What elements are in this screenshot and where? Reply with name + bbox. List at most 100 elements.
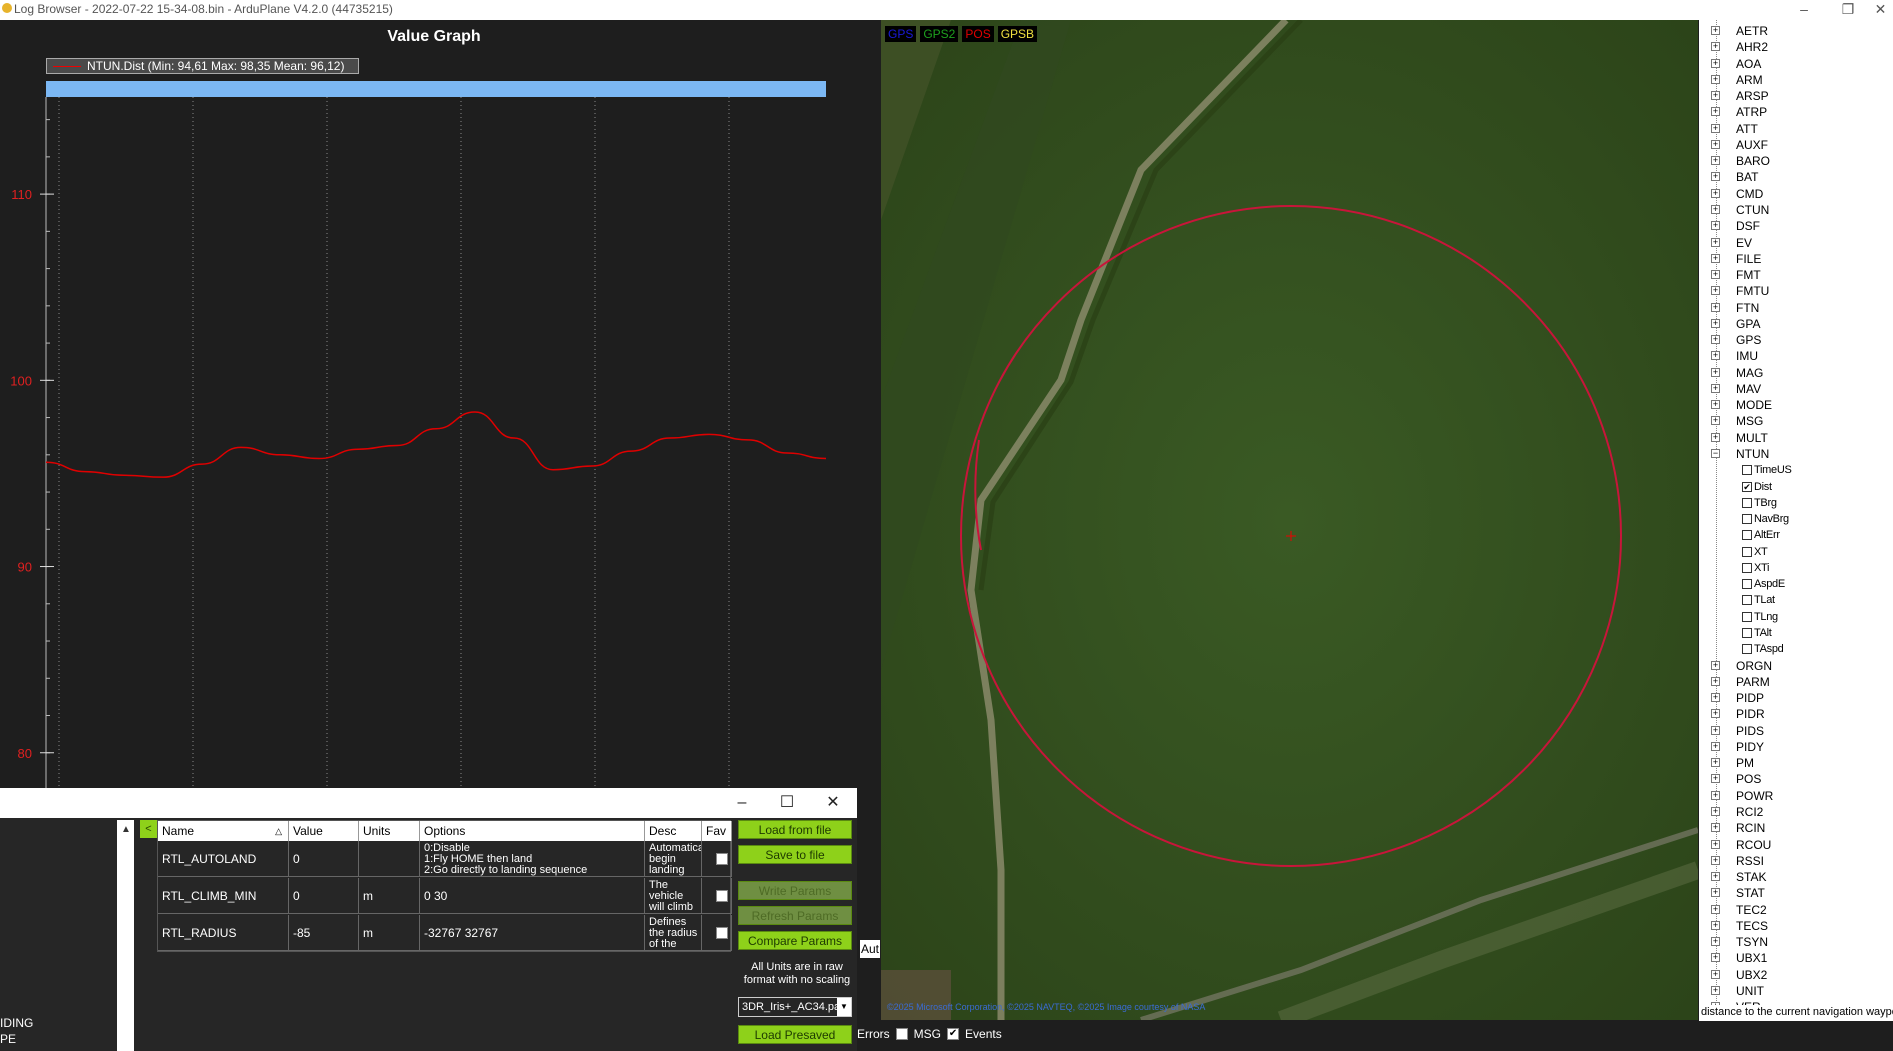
expand-icon[interactable]: +: [1711, 139, 1720, 149]
expand-icon[interactable]: +: [1711, 693, 1720, 703]
expand-icon[interactable]: +: [1711, 937, 1720, 947]
field-checkbox[interactable]: [1742, 611, 1752, 622]
expand-icon[interactable]: +: [1711, 806, 1720, 816]
param-tree-scrollbar[interactable]: ▲: [117, 820, 134, 1051]
column-header-name[interactable]: Name △: [158, 821, 289, 841]
param-cell-value[interactable]: 0: [289, 878, 359, 914]
expand-icon[interactable]: +: [1711, 42, 1720, 52]
minimize-button[interactable]: –: [1782, 0, 1826, 20]
field-checkbox[interactable]: ✔: [1742, 481, 1752, 492]
expand-icon[interactable]: +: [1711, 416, 1720, 426]
expand-icon[interactable]: +: [1711, 302, 1720, 312]
column-header-fav[interactable]: Fav: [702, 821, 732, 841]
expand-icon[interactable]: +: [1711, 709, 1720, 719]
message-tree[interactable]: + AETR + AHR2 + AOA + ARM + ARSP + ATRP + ATT + AUXF + BA…: [1699, 20, 1893, 1005]
expand-icon[interactable]: +: [1711, 660, 1720, 670]
param-maximize-button[interactable]: ☐: [772, 792, 802, 814]
expand-icon[interactable]: +: [1711, 318, 1720, 328]
expand-icon[interactable]: +: [1711, 107, 1720, 117]
field-checkbox[interactable]: [1742, 530, 1752, 541]
expand-icon[interactable]: +: [1711, 774, 1720, 784]
column-header-value[interactable]: Value: [289, 821, 359, 841]
column-header-options[interactable]: Options: [420, 821, 645, 841]
column-header-desc[interactable]: Desc: [645, 821, 702, 841]
field-checkbox[interactable]: [1742, 465, 1752, 476]
expand-icon[interactable]: +: [1711, 383, 1720, 393]
expand-icon[interactable]: +: [1711, 758, 1720, 768]
field-checkbox[interactable]: [1742, 546, 1752, 557]
param-cell-desc: Automatically begin landing: [645, 841, 702, 877]
expand-icon[interactable]: +: [1711, 676, 1720, 686]
expand-icon[interactable]: +: [1711, 156, 1720, 166]
param-cell-value[interactable]: -85: [289, 915, 359, 951]
favorite-checkbox[interactable]: [716, 927, 728, 939]
close-button[interactable]: ✕: [1868, 0, 1893, 20]
msg-checkbox[interactable]: [895, 1028, 908, 1040]
expand-icon[interactable]: +: [1711, 172, 1720, 182]
field-checkbox[interactable]: [1742, 497, 1752, 508]
expand-icon[interactable]: +: [1711, 26, 1720, 35]
expand-icon[interactable]: +: [1711, 335, 1720, 345]
expand-icon[interactable]: +: [1711, 286, 1720, 296]
auto-field[interactable]: Aut: [860, 940, 880, 958]
expand-icon[interactable]: +: [1711, 985, 1720, 995]
expand-icon[interactable]: +: [1711, 270, 1720, 280]
errors-label[interactable]: Errors: [857, 1027, 890, 1041]
load-presaved-button[interactable]: Load Presaved: [738, 1025, 852, 1044]
preset-select[interactable]: 3DR_Iris+_AC34.param ▼: [738, 997, 852, 1017]
expand-icon[interactable]: +: [1711, 920, 1720, 930]
param-cell-fav: [702, 915, 732, 951]
expand-icon[interactable]: +: [1711, 725, 1720, 735]
favorite-checkbox[interactable]: [716, 853, 728, 865]
expand-icon[interactable]: +: [1711, 221, 1720, 231]
events-checkbox[interactable]: ✔: [947, 1028, 960, 1040]
expand-icon[interactable]: +: [1711, 237, 1720, 247]
expand-icon[interactable]: +: [1711, 91, 1720, 101]
collapse-icon[interactable]: −: [1711, 449, 1720, 459]
favorite-checkbox[interactable]: [716, 890, 728, 902]
expand-icon[interactable]: +: [1711, 969, 1720, 979]
param-close-button[interactable]: ✕: [818, 792, 848, 814]
param-minimize-button[interactable]: –: [727, 792, 757, 814]
expand-icon[interactable]: +: [1711, 204, 1720, 214]
graph-plot-area[interactable]: 110 100 90 80: [10, 81, 827, 791]
expand-icon[interactable]: +: [1711, 904, 1720, 914]
expand-icon[interactable]: +: [1711, 872, 1720, 882]
expand-icon[interactable]: +: [1711, 123, 1720, 133]
field-checkbox[interactable]: [1742, 514, 1752, 525]
column-header-units[interactable]: Units: [359, 821, 420, 841]
chevron-down-icon[interactable]: ▼: [837, 998, 851, 1016]
save-to-file-button[interactable]: Save to file: [738, 845, 852, 864]
field-checkbox[interactable]: [1742, 644, 1752, 655]
expand-icon[interactable]: +: [1711, 74, 1720, 84]
scroll-up-icon[interactable]: ▲: [121, 824, 131, 835]
restore-button[interactable]: ❐: [1826, 0, 1870, 20]
param-grid[interactable]: Name △ Value Units Options Desc Fav RTL_A…: [157, 820, 732, 952]
map-view[interactable]: GPS GPS2 POS GPSB ©2025 Microsoft Corpor…: [881, 20, 1698, 1020]
param-cell-value[interactable]: 0: [289, 841, 359, 877]
expand-icon[interactable]: +: [1711, 823, 1720, 833]
expand-icon[interactable]: +: [1711, 839, 1720, 849]
expand-icon[interactable]: +: [1711, 790, 1720, 800]
expand-icon[interactable]: +: [1711, 855, 1720, 865]
refresh-params-button[interactable]: Refresh Params: [738, 906, 852, 925]
expand-icon[interactable]: +: [1711, 188, 1720, 198]
expand-icon[interactable]: +: [1711, 253, 1720, 263]
expand-icon[interactable]: +: [1711, 367, 1720, 377]
collapse-button[interactable]: <: [140, 820, 157, 838]
write-params-button[interactable]: Write Params: [738, 881, 852, 900]
field-checkbox[interactable]: [1742, 579, 1752, 590]
param-tree-list[interactable]: IDING PE: [0, 820, 118, 1051]
field-checkbox[interactable]: [1742, 595, 1752, 606]
expand-icon[interactable]: +: [1711, 888, 1720, 898]
expand-icon[interactable]: +: [1711, 741, 1720, 751]
field-checkbox[interactable]: [1742, 627, 1752, 638]
expand-icon[interactable]: +: [1711, 432, 1720, 442]
expand-icon[interactable]: +: [1711, 400, 1720, 410]
field-checkbox[interactable]: [1742, 562, 1752, 573]
expand-icon[interactable]: +: [1711, 351, 1720, 361]
expand-icon[interactable]: +: [1711, 58, 1720, 68]
expand-icon[interactable]: +: [1711, 953, 1720, 963]
load-from-file-button[interactable]: Load from file: [738, 820, 852, 839]
compare-params-button[interactable]: Compare Params: [738, 931, 852, 950]
